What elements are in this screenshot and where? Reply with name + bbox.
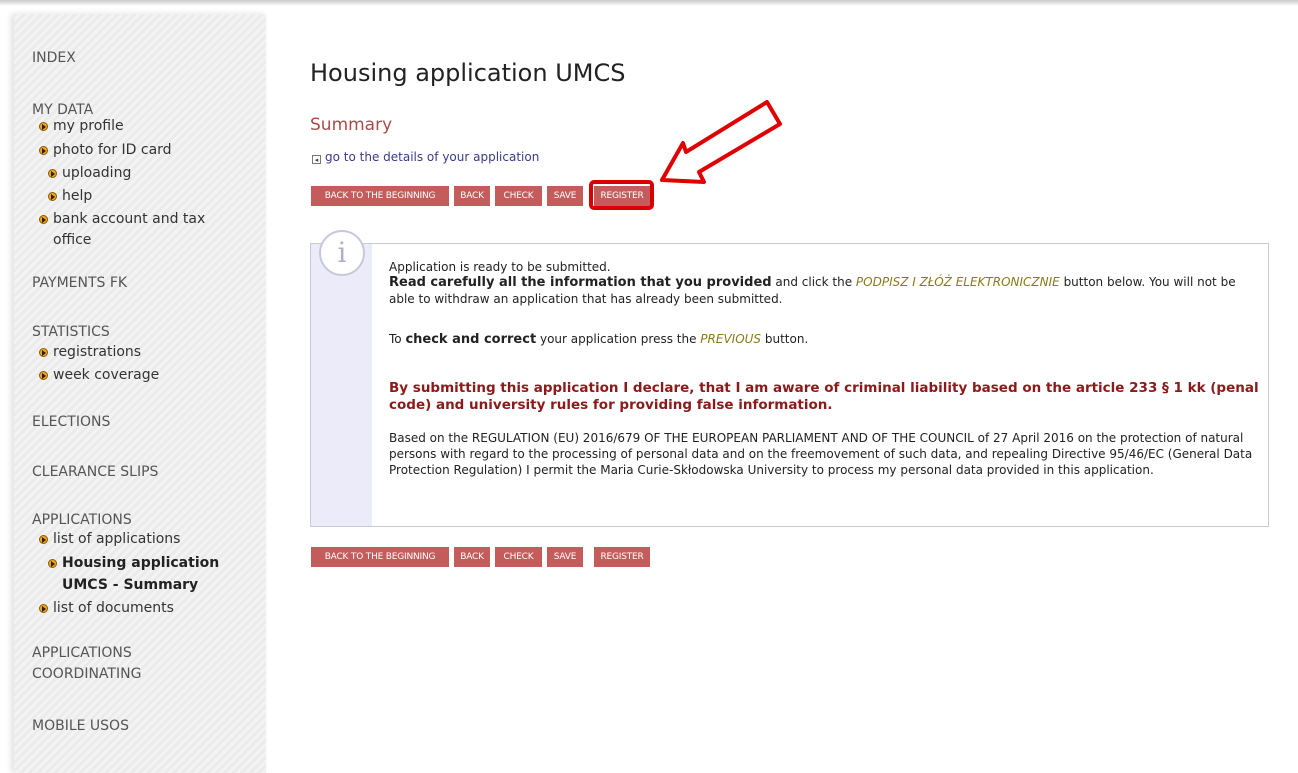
read-carefully-bold: Read carefully all the information that …	[389, 275, 772, 290]
menu-list-of-documents[interactable]: list of documents	[53, 598, 174, 618]
back-button[interactable]: BACK	[454, 186, 490, 206]
bullet-arrow-icon	[39, 122, 48, 131]
info-panel: i Application is ready to be submitted. …	[310, 230, 1269, 527]
bullet-arrow-icon	[39, 535, 48, 544]
details-link[interactable]: ◂ go to the details of your application	[312, 149, 539, 165]
page-subtitle: Summary	[310, 115, 393, 135]
check-correct-paragraph: To check and correct your application pr…	[389, 331, 1249, 348]
save-button-bottom[interactable]: SAVE	[547, 547, 583, 567]
check-button[interactable]: CHECK	[495, 186, 542, 206]
check-button-bottom[interactable]: CHECK	[495, 547, 542, 567]
bullet-arrow-icon	[39, 215, 48, 224]
menu-photo-id-card[interactable]: photo for ID card	[53, 140, 172, 160]
read-text-part1: and click the	[771, 275, 856, 289]
bullet-arrow-icon	[39, 348, 48, 357]
menu-list-of-applications[interactable]: list of applications	[53, 529, 180, 549]
sidebar-menu: INDEX MY DATA my profile photo for ID ca…	[14, 14, 266, 773]
menu-applications[interactable]: APPLICATIONS	[32, 511, 132, 530]
menu-uploading[interactable]: uploading	[62, 163, 131, 183]
menu-help[interactable]: help	[62, 186, 92, 206]
menu-statistics[interactable]: STATISTICS	[32, 323, 110, 342]
check-text-prefix: To	[389, 332, 406, 346]
bullet-arrow-icon	[39, 146, 48, 155]
expand-box-icon: ◂	[312, 155, 321, 164]
back-to-beginning-button[interactable]: BACK TO THE BEGINNING	[311, 186, 449, 206]
menu-applications-coordinating[interactable]: APPLICATIONS	[32, 644, 132, 663]
menu-applications-coordinating-line2[interactable]: COORDINATING	[32, 665, 141, 684]
menu-bank-account-line2[interactable]: office	[53, 230, 91, 250]
window-top-shadow	[0, 0, 1298, 6]
previous-button-name: PREVIOUS	[700, 332, 762, 346]
menu-payments-fk[interactable]: PAYMENTS FK	[32, 274, 127, 293]
bullet-arrow-icon	[48, 192, 57, 201]
menu-bank-account[interactable]: bank account and tax	[53, 209, 205, 229]
menu-registrations[interactable]: registrations	[53, 342, 141, 362]
red-arrow-annotation	[660, 100, 782, 184]
menu-week-coverage[interactable]: week coverage	[53, 365, 159, 385]
gdpr-consent-text: Based on the REGULATION (EU) 2016/679 OF…	[389, 431, 1253, 477]
check-correct-bold: check and correct	[405, 332, 537, 347]
register-button-bottom[interactable]: REGISTER	[594, 547, 650, 567]
declaration-warning: By submitting this application I declare…	[389, 380, 1259, 413]
bullet-arrow-icon	[48, 559, 57, 568]
menu-current-housing-application[interactable]: Housing application	[62, 553, 219, 573]
bullet-arrow-icon	[39, 371, 48, 380]
save-button[interactable]: SAVE	[547, 186, 583, 206]
menu-index[interactable]: INDEX	[32, 49, 76, 68]
info-circle-icon: i	[319, 230, 365, 276]
back-to-beginning-button-bottom[interactable]: BACK TO THE BEGINNING	[311, 547, 449, 567]
check-text-part1: your application press the	[536, 332, 701, 346]
check-text-part2: button.	[761, 332, 809, 346]
bullet-arrow-icon	[39, 604, 48, 613]
bullet-arrow-icon	[48, 169, 57, 178]
page-title: Housing application UMCS	[310, 59, 626, 87]
read-carefully-paragraph: Read carefully all the information that …	[389, 274, 1249, 307]
info-panel-sidebar	[311, 244, 372, 526]
menu-mobile-usos[interactable]: MOBILE USOS	[32, 717, 129, 736]
menu-current-housing-application-line2[interactable]: UMCS - Summary	[62, 575, 198, 595]
sign-button-name: PODPISZ I ZŁÓŻ ELEKTRONICZNIE	[855, 275, 1060, 289]
menu-clearance-slips[interactable]: CLEARANCE SLIPS	[32, 463, 158, 482]
ready-text: Application is ready to be submitted.	[389, 260, 611, 274]
details-link-label: go to the details of your application	[325, 150, 540, 164]
back-button-bottom[interactable]: BACK	[454, 547, 490, 567]
menu-elections[interactable]: ELECTIONS	[32, 413, 110, 432]
menu-my-profile[interactable]: my profile	[53, 116, 124, 136]
